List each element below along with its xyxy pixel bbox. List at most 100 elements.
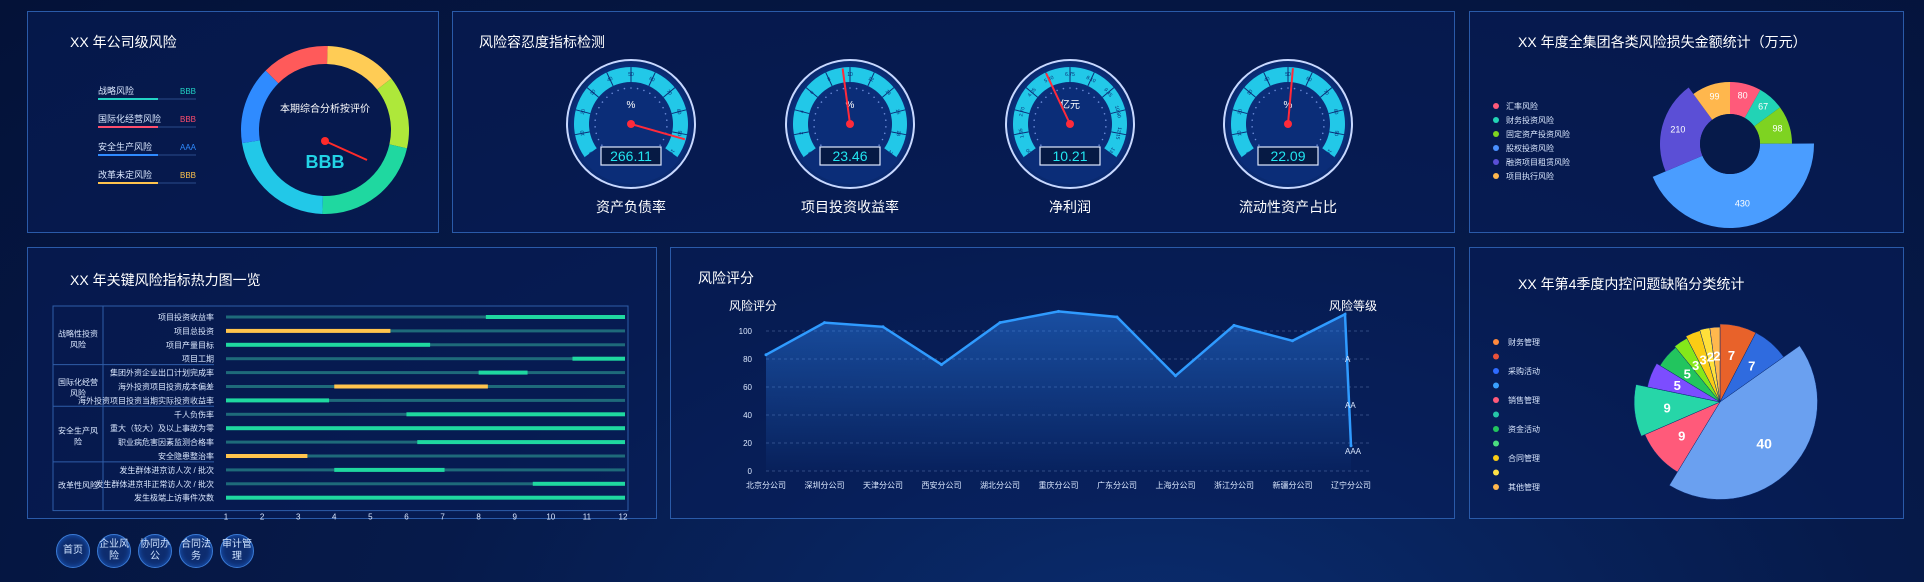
gauge-minor-dot bbox=[1251, 119, 1253, 122]
nav-contract-legal-button[interactable]: 合同法务 bbox=[179, 534, 213, 568]
gauge-minor-dot bbox=[820, 101, 823, 103]
loss-legend-label: 股权投资风险 bbox=[1506, 143, 1554, 153]
gauge-minor-dot bbox=[1069, 87, 1071, 89]
nav-audit-button[interactable]: 审计管理 bbox=[220, 534, 254, 568]
defect-slice-label: 3 bbox=[1700, 352, 1707, 367]
loss-slice-label: 210 bbox=[1670, 125, 1685, 135]
gauge-minor-dot bbox=[1045, 96, 1047, 99]
heatmap-x-tick: 12 bbox=[619, 513, 628, 520]
gauge-minor-dot bbox=[1280, 87, 1283, 90]
line-point bbox=[1057, 309, 1060, 313]
gauge-minor-dot bbox=[606, 96, 608, 99]
gauge-minor-dot bbox=[825, 96, 827, 99]
gauge-minor-dot bbox=[1088, 92, 1090, 95]
gauge-minor-dot bbox=[595, 112, 598, 115]
gauge-minor-dot bbox=[1254, 138, 1257, 141]
ring-segment bbox=[377, 78, 409, 149]
gauge-minor-dot bbox=[1037, 106, 1039, 109]
risk-score-line-chart: 风险评分 风险等级 0 20 40 60 80 100 北京分公司 深圳分公司 天津分公司 西安分公司… bbox=[729, 298, 1377, 490]
line-y-tick: 60 bbox=[743, 383, 752, 392]
line-x-tick: 新疆分公司 bbox=[1273, 480, 1313, 490]
heatmap-row-label: 海外投资项目投资成本偏差 bbox=[118, 382, 214, 392]
risk-row-label: 国际化经营风险 bbox=[98, 113, 161, 124]
defect-legend-dot bbox=[1493, 426, 1499, 432]
heatmap-row-label: 发生极端上访事件次数 bbox=[134, 493, 214, 503]
line-x-tick: 辽宁分公司 bbox=[1331, 480, 1371, 490]
loss-legend-dot bbox=[1493, 173, 1499, 179]
defect-slice-label: 40 bbox=[1756, 435, 1772, 451]
heatmap-group-label: 安全生产风 bbox=[58, 426, 98, 436]
defect-legend-dot bbox=[1493, 353, 1499, 360]
gauge-minor-dot bbox=[1062, 87, 1065, 90]
heatmap-row-label: 职业病危害因素监测合格率 bbox=[118, 437, 214, 447]
defect-legend-dot bbox=[1493, 382, 1499, 389]
heatmap-row-label: 项目工期 bbox=[182, 355, 214, 364]
company-risk-ring-chart: 本期综合分析按评价 BBB bbox=[241, 46, 409, 214]
line-x-tick: 湖北分公司 bbox=[980, 481, 1020, 490]
line-y-tick: 100 bbox=[739, 327, 753, 336]
gauge-name: 流动性资产占比 bbox=[1239, 199, 1337, 215]
heatmap-chart: 战略性投资风险项目投资收益率项目总投资项目产量目标项目工期国际化经营风险集团外资… bbox=[52, 305, 629, 520]
heatmap-row-label: 项目产量目标 bbox=[166, 340, 214, 350]
gauge-minor-dot bbox=[883, 132, 886, 135]
line-y-tick: 40 bbox=[743, 411, 752, 420]
heatmap-x-tick: 1 bbox=[224, 513, 229, 520]
line-point bbox=[764, 353, 768, 357]
loss-legend-label: 融资项目租赁风险 bbox=[1506, 157, 1570, 167]
defect-legend-label: 合同管理 bbox=[1508, 453, 1540, 463]
heatmap-row-label: 重大（较大）及以上事故为零 bbox=[110, 423, 214, 433]
heatmap-group-label: 改革性风险 bbox=[58, 480, 98, 490]
gauge-minor-dot bbox=[814, 112, 817, 115]
loss-slice-label: 98 bbox=[1772, 123, 1782, 133]
line-x-tick: 上海分公司 bbox=[1156, 480, 1196, 490]
gauge-minor-dot bbox=[1251, 126, 1253, 128]
heatmap-bar bbox=[226, 328, 391, 333]
gauge-minor-dot bbox=[1293, 87, 1296, 90]
gauge-minor-dot bbox=[1258, 144, 1260, 146]
defect-legend-dot bbox=[1493, 368, 1499, 374]
line-point bbox=[823, 321, 826, 325]
heatmap-bar bbox=[226, 426, 625, 431]
loss-stats-title: XX 年度全集团各类风险损失金额统计（万元） bbox=[1518, 34, 1807, 50]
heatmap-row-label: 集团外资企业出口计划完成率 bbox=[110, 368, 214, 378]
line-y-tick: 20 bbox=[743, 439, 752, 448]
heatmap-bar bbox=[226, 398, 330, 403]
risk-row-label: 改革未定风险 bbox=[98, 169, 152, 180]
nav-home-button[interactable]: 首页 bbox=[56, 534, 90, 568]
loss-legend-label: 财务投资风险 bbox=[1506, 115, 1554, 125]
heatmap-x-tick: 4 bbox=[332, 513, 337, 520]
gauge-minor-dot bbox=[666, 119, 668, 122]
heatmap-x-tick: 3 bbox=[296, 513, 301, 520]
heatmap-row-label: 发生群体进京非正常访人次 / 批次 bbox=[95, 479, 214, 489]
line-point bbox=[881, 325, 885, 329]
gauge-minor-dot bbox=[611, 92, 613, 95]
nav-collab-office-button[interactable]: 协同办公 bbox=[138, 534, 172, 568]
gauge-minor-dot bbox=[664, 112, 667, 115]
gauge-minor-dot bbox=[1319, 106, 1321, 109]
defects-panel: XX 年第4季度内控问题缺陷分类统计 财务管理 采购活动 销售管理 资金活动 合同管理其… bbox=[1469, 247, 1904, 519]
line-ylabel-left: 风险评分 bbox=[729, 298, 777, 313]
gauge-minor-dot bbox=[862, 89, 864, 92]
defect-legend-dot bbox=[1493, 455, 1499, 461]
defect-legend-dot bbox=[1493, 339, 1499, 345]
company-risk-panel: XX 年公司级风险 战略风险 BBB 国际化经营风险 BBB 安全生产风险 AAA 改革未定… bbox=[27, 11, 439, 233]
risk-row-level: BBB bbox=[180, 171, 196, 180]
nav-enterprise-risk-button[interactable]: 企业风险 bbox=[97, 534, 131, 568]
heatmap-panel: XX 年关键风险指标热力图一览 战略性投资 风险 项目投资收益率 项目总投资 项目产量目… bbox=[27, 247, 657, 520]
defects-legend: 财务管理采购活动销售管理资金活动合同管理其他管理 bbox=[1493, 337, 1540, 492]
gauge-minor-dot bbox=[649, 92, 651, 95]
gauge-minor-dot bbox=[1033, 126, 1035, 128]
gauge-minor-dot bbox=[885, 126, 887, 128]
loss-stats-panel: XX 年度全集团各类风险损失金额统计（万元） 汇率风险 财务投资风险 固定资产投资风… bbox=[1469, 11, 1904, 233]
gauge-value: 22.09 bbox=[1270, 148, 1305, 164]
gauge-name: 项目投资收益率 bbox=[801, 199, 899, 215]
heatmap-track bbox=[226, 357, 625, 361]
risk-row-level: AAA bbox=[180, 143, 197, 152]
ring-center-label: 本期综合分析按评价 bbox=[280, 102, 370, 115]
gauge-minor-dot bbox=[1093, 96, 1095, 99]
gauge-minor-dot bbox=[813, 119, 815, 122]
gauge-minor-dot bbox=[1315, 101, 1318, 103]
gauge-minor-dot bbox=[885, 119, 887, 122]
gauge-minor-dot bbox=[1036, 138, 1039, 141]
gauge-value: 10.21 bbox=[1052, 148, 1087, 164]
